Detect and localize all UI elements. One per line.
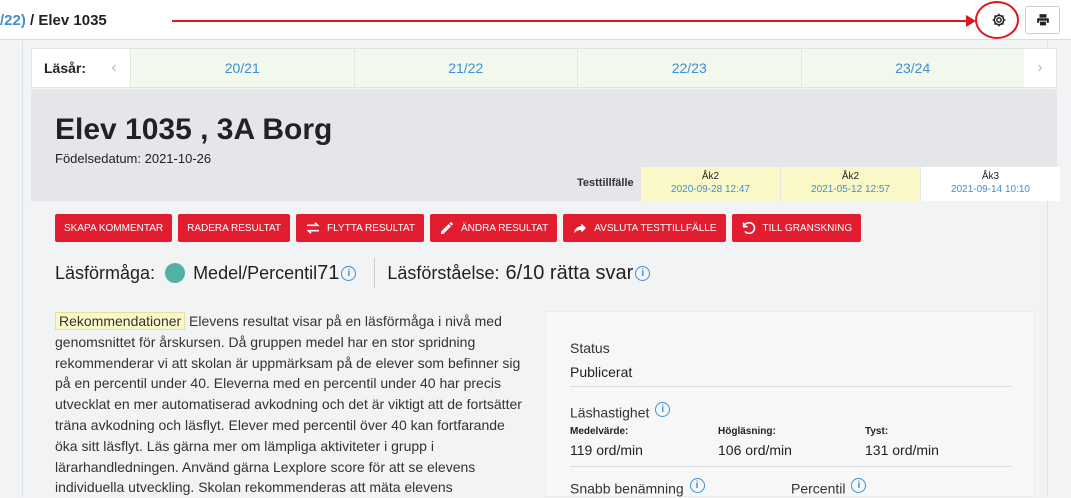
button-label: FLYTTA RESULTAT bbox=[327, 222, 415, 234]
ability-level: Medel bbox=[193, 262, 243, 283]
page-content: Läsår: ‹ 20/21 21/22 22/23 23/24 › Elev … bbox=[0, 41, 1071, 497]
test-occasion-label: Testtillfälle bbox=[577, 177, 634, 189]
year-tab-2324[interactable]: 23/24 bbox=[800, 49, 1024, 87]
comprehension-value: 6/10 rätta svar bbox=[505, 261, 634, 284]
year-next-button[interactable]: › bbox=[1024, 49, 1056, 87]
chevron-right-icon: › bbox=[1037, 59, 1043, 76]
undo-icon bbox=[742, 221, 755, 235]
naming-percentile-label: Percentil i bbox=[791, 478, 867, 497]
info-icon[interactable]: i bbox=[655, 402, 671, 417]
test-occasion-grade: Åk3 bbox=[981, 171, 1000, 182]
year-tab-2122[interactable]: 21/22 bbox=[353, 49, 577, 87]
test-occasion-grade: Åk2 bbox=[841, 171, 860, 182]
student-title: Elev 1035 , 3A Borg bbox=[55, 113, 333, 146]
top-bar: /22) / Elev 1035 bbox=[0, 0, 1071, 40]
gear-icon bbox=[992, 13, 1006, 27]
status-label: Status bbox=[570, 340, 610, 356]
button-label: RADERA RESULTAT bbox=[187, 222, 281, 234]
test-occasion-2[interactable]: Åk2 2021-05-12 12:57 bbox=[781, 167, 920, 201]
action-toolbar: SKAPA KOMMENTAR RADERA RESULTAT FLYTTA R… bbox=[55, 214, 862, 242]
print-icon bbox=[1036, 14, 1049, 27]
year-prev-button[interactable]: ‹ bbox=[98, 49, 130, 87]
left-rail bbox=[22, 41, 23, 497]
info-icon[interactable]: i bbox=[635, 265, 651, 281]
level-indicator-dot bbox=[165, 263, 186, 283]
ability-label: Läsförmåga: bbox=[55, 262, 156, 283]
divider bbox=[570, 386, 1012, 387]
settings-button[interactable] bbox=[982, 5, 1016, 35]
test-occasion-1[interactable]: Åk2 2020-09-28 12:47 bbox=[641, 167, 780, 201]
breadcrumb-link[interactable]: /22) bbox=[0, 12, 26, 29]
school-year-selector: Läsår: ‹ 20/21 21/22 22/23 23/24 › bbox=[31, 48, 1057, 88]
info-icon[interactable]: i bbox=[341, 265, 357, 281]
student-dob: Födelsedatum: 2021-10-26 bbox=[55, 151, 212, 166]
test-occasion-date: 2021-05-12 12:57 bbox=[811, 184, 890, 195]
speed-aloud-value: 106 ord/min bbox=[718, 442, 792, 458]
percentile-value: 71 bbox=[317, 261, 340, 284]
chevron-left-icon: ‹ bbox=[111, 59, 117, 76]
annotation-arrow bbox=[172, 20, 972, 22]
delete-result-button[interactable]: RADERA RESULTAT bbox=[178, 214, 290, 242]
comprehension-label: Läsförståelse: bbox=[387, 262, 500, 283]
breadcrumb: /22) / Elev 1035 bbox=[0, 12, 107, 29]
rapid-naming-text: Snabb benämning bbox=[570, 480, 684, 497]
student-header: Elev 1035 , 3A Borg Födelsedatum: 2021-1… bbox=[31, 89, 1060, 201]
recommendation-body: Elevens resultat visar på en läsförmåga … bbox=[55, 313, 522, 496]
reading-metrics: Läsförmåga: Medel /Percentil 71 i Läsför… bbox=[55, 258, 651, 288]
info-icon[interactable]: i bbox=[689, 478, 705, 493]
test-occasion-3[interactable]: Åk3 2021-09-14 10:10 bbox=[921, 167, 1060, 201]
test-occasion-date: 2020-09-28 12:47 bbox=[671, 184, 750, 195]
metrics-divider bbox=[374, 258, 376, 288]
button-label: ÄNDRA RESULTAT bbox=[460, 222, 549, 234]
divider bbox=[570, 466, 1012, 467]
naming-percentile-text: Percentil bbox=[791, 480, 846, 497]
percentile-label: /Percentil bbox=[242, 262, 318, 283]
test-occasion-grade: Åk2 bbox=[701, 171, 720, 182]
rapid-naming-label: Snabb benämning i bbox=[570, 478, 705, 497]
reading-speed-label: Läshastighet i bbox=[570, 402, 671, 421]
to-review-button[interactable]: TILL GRANSKNING bbox=[731, 214, 862, 242]
breadcrumb-current: Elev 1035 bbox=[38, 12, 107, 29]
button-label: TILL GRANSKNING bbox=[762, 222, 853, 234]
breadcrumb-separator: / bbox=[25, 12, 39, 29]
result-details-panel: Status Publicerat Läshastighet i Medelvä… bbox=[545, 311, 1035, 497]
swap-arrows-icon bbox=[306, 222, 320, 234]
pencil-icon bbox=[440, 222, 453, 234]
year-tab-2021[interactable]: 20/21 bbox=[130, 49, 354, 87]
year-tab-2223[interactable]: 22/23 bbox=[577, 49, 801, 87]
button-label: AVSLUTA TESTTILLFÄLLE bbox=[594, 222, 717, 234]
share-arrow-icon bbox=[574, 223, 587, 234]
test-occasion-date: 2021-09-14 10:10 bbox=[951, 184, 1030, 195]
move-result-button[interactable]: FLYTTA RESULTAT bbox=[296, 214, 424, 242]
speed-silent-value: 131 ord/min bbox=[865, 442, 939, 458]
recommendation-tag: Rekommendationer bbox=[55, 312, 186, 330]
end-test-occasion-button[interactable]: AVSLUTA TESTTILLFÄLLE bbox=[563, 214, 726, 242]
status-value: Publicerat bbox=[570, 364, 633, 380]
info-icon[interactable]: i bbox=[851, 478, 867, 493]
speed-silent-label: Tyst: bbox=[865, 426, 889, 437]
print-button[interactable] bbox=[1025, 6, 1060, 34]
reading-speed-text: Läshastighet bbox=[570, 404, 650, 421]
recommendation-text: Rekommendationer Elevens resultat visar … bbox=[55, 311, 525, 498]
speed-average-value: 119 ord/min bbox=[570, 442, 643, 458]
speed-aloud-label: Högläsning: bbox=[718, 426, 776, 437]
create-comment-button[interactable]: SKAPA KOMMENTAR bbox=[55, 214, 173, 242]
speed-average-label: Medelvärde: bbox=[570, 426, 629, 437]
school-year-label: Läsår: bbox=[43, 60, 87, 76]
edit-result-button[interactable]: ÄNDRA RESULTAT bbox=[429, 214, 558, 242]
button-label: SKAPA KOMMENTAR bbox=[64, 222, 164, 234]
